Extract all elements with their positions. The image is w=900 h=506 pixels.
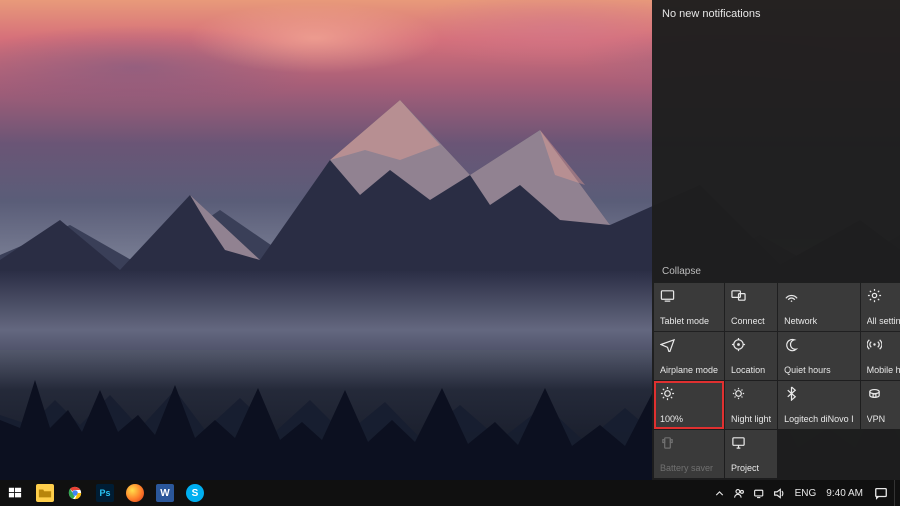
skype-icon: S	[186, 484, 204, 502]
tile-label: Location	[731, 366, 771, 376]
tile-network[interactable]: Network	[778, 283, 860, 331]
system-tray: ENG 9:40 AM	[710, 480, 900, 506]
tile-label: Mobile hotspot	[867, 366, 900, 376]
start-button[interactable]	[0, 480, 30, 506]
tile-label: 100%	[660, 415, 718, 425]
tray-people[interactable]	[730, 480, 750, 506]
tile-vpn[interactable]: VPN	[861, 381, 900, 429]
tile-airplane-mode[interactable]: Airplane mode	[654, 332, 724, 380]
tile-label: Battery saver	[660, 464, 718, 474]
tile-project[interactable]: Project	[725, 430, 777, 478]
hotspot-icon	[867, 337, 882, 352]
tile-label: Airplane mode	[660, 366, 718, 376]
nightlight-icon	[731, 386, 746, 401]
desktop: No new notifications Collapse Tablet mod…	[0, 0, 900, 506]
tray-volume[interactable]	[770, 480, 790, 506]
taskbar-app-photoshop[interactable]: Ps	[90, 480, 120, 506]
tile-label: Connect	[731, 317, 771, 327]
file-explorer-icon	[36, 484, 54, 502]
taskbar-apps: Ps W S	[0, 480, 210, 506]
volume-icon	[773, 487, 786, 500]
taskbar-app-word[interactable]: W	[150, 480, 180, 506]
collapse-button[interactable]: Collapse	[652, 262, 900, 283]
tile-label: Project	[731, 464, 771, 474]
taskbar-app-skype[interactable]: S	[180, 480, 210, 506]
location-icon	[731, 337, 746, 352]
tile-label: Network	[784, 317, 854, 327]
tray-language[interactable]: ENG	[790, 488, 822, 499]
settings-icon	[867, 288, 882, 303]
show-desktop-button[interactable]	[894, 480, 900, 506]
tray-clock[interactable]: 9:40 AM	[821, 488, 868, 499]
tile-battery-saver[interactable]: Battery saver	[654, 430, 724, 478]
tray-chevron-up[interactable]	[710, 480, 730, 506]
tile-tablet-mode[interactable]: Tablet mode	[654, 283, 724, 331]
project-icon	[731, 435, 746, 450]
chevron-up-icon	[713, 487, 726, 500]
action-center-button[interactable]	[868, 480, 894, 506]
tile-label: Logitech diNovo I	[784, 415, 854, 425]
windows-icon	[8, 486, 22, 500]
tile-label: Tablet mode	[660, 317, 718, 327]
tile-brightness[interactable]: 100%	[654, 381, 724, 429]
vpn-icon	[867, 386, 882, 401]
quiet-icon	[784, 337, 799, 352]
airplane-icon	[660, 337, 675, 352]
tile-mobile-hotspot[interactable]: Mobile hotspot	[861, 332, 900, 380]
word-icon: W	[156, 484, 174, 502]
taskbar-app-chrome[interactable]	[60, 480, 90, 506]
tile-label: VPN	[867, 415, 900, 425]
brightness-icon	[660, 386, 675, 401]
quick-action-tiles: Tablet mode Connect Network All settings…	[652, 283, 900, 480]
tile-label: All settings	[867, 317, 900, 327]
connect-icon	[731, 288, 746, 303]
network-tray-icon	[753, 487, 766, 500]
tile-all-settings[interactable]: All settings	[861, 283, 900, 331]
taskbar-app-firefox[interactable]	[120, 480, 150, 506]
tile-connect[interactable]: Connect	[725, 283, 777, 331]
network-icon	[784, 288, 799, 303]
tray-network[interactable]	[750, 480, 770, 506]
notifications-header: No new notifications	[652, 0, 900, 28]
battery-icon	[660, 435, 675, 450]
chrome-icon	[66, 484, 84, 502]
bluetooth-icon	[784, 386, 799, 401]
taskbar-app-file-explorer[interactable]	[30, 480, 60, 506]
photoshop-icon: Ps	[96, 484, 114, 502]
tile-quiet-hours[interactable]: Quiet hours	[778, 332, 860, 380]
tile-night-light[interactable]: Night light	[725, 381, 777, 429]
notifications-icon	[874, 486, 888, 500]
tile-bluetooth[interactable]: Logitech diNovo I	[778, 381, 860, 429]
tile-label: Night light	[731, 415, 771, 425]
taskbar: Ps W S ENG	[0, 480, 900, 506]
tile-label: Quiet hours	[784, 366, 854, 376]
tile-location[interactable]: Location	[725, 332, 777, 380]
tablet-icon	[660, 288, 675, 303]
firefox-icon	[126, 484, 144, 502]
action-center-panel: No new notifications Collapse Tablet mod…	[652, 0, 900, 480]
notifications-empty-area	[652, 28, 900, 262]
people-icon	[733, 487, 746, 500]
